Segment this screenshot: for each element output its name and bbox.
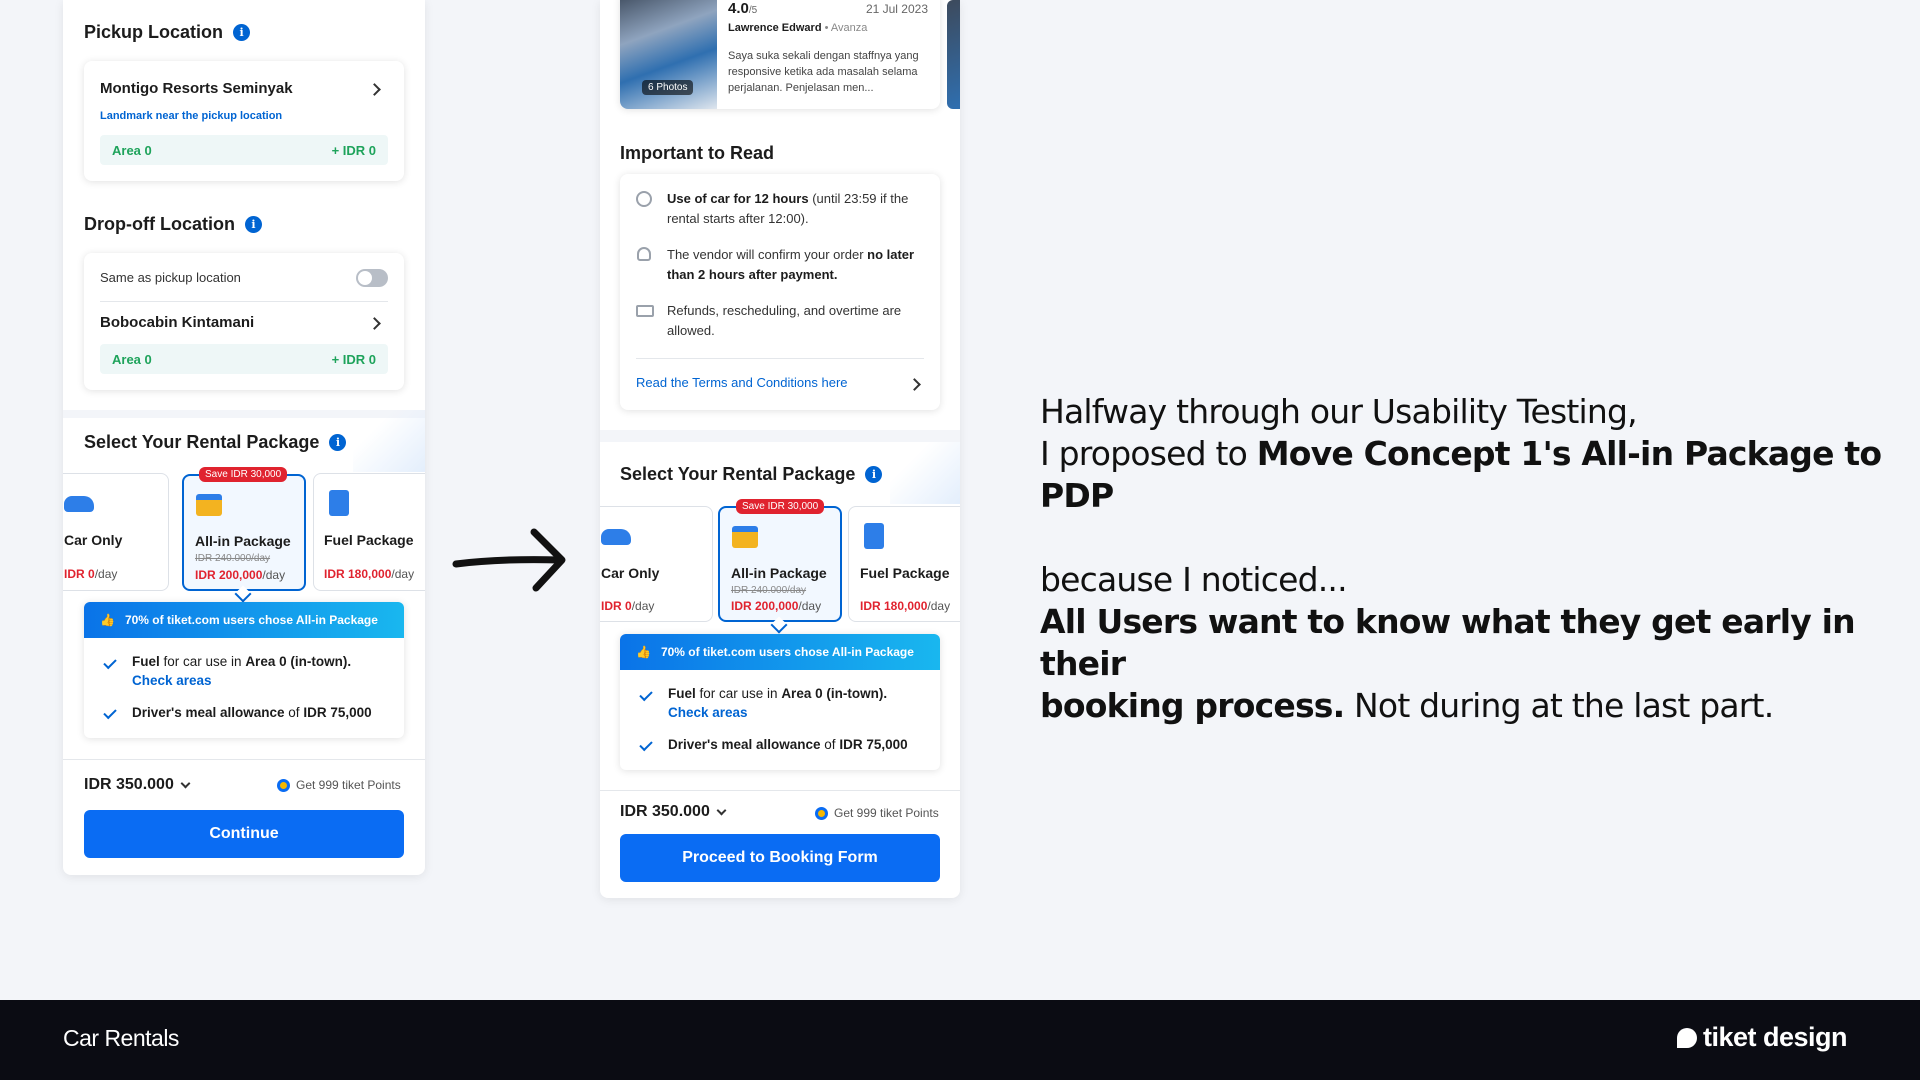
chevron-down-icon[interactable]	[716, 805, 727, 815]
promo-card: 👍 70% of tiket.com users chose All-in Pa…	[620, 634, 940, 770]
pickup-place[interactable]: Montigo Resorts Seminyak	[100, 80, 293, 97]
ticket-icon	[636, 305, 654, 317]
package-decor	[353, 410, 425, 472]
total-price[interactable]: IDR 350.000	[620, 803, 727, 821]
info-icon[interactable]: i	[865, 466, 883, 483]
gift-icon	[732, 526, 758, 548]
proceed-to-booking-button[interactable]: Proceed to Booking Form	[620, 834, 940, 882]
right-phone-panel: 6 Photos 4.0/5 21 Jul 2023 Lawrence Edwa…	[600, 0, 960, 898]
package-card-fuel[interactable]: Fuel Package IDR 180,000/day	[848, 506, 960, 622]
package-card-car-only[interactable]: Car Only IDR 0/day	[63, 473, 169, 591]
package-card-car-only[interactable]: Car Only IDR 0/day	[600, 506, 713, 622]
fuel-icon	[329, 490, 349, 516]
chevron-down-icon[interactable]	[180, 778, 191, 788]
check-areas-link[interactable]: Check areas	[668, 705, 748, 720]
review-date: 21 Jul 2023	[865, 2, 928, 16]
info-icon[interactable]: i	[244, 216, 262, 233]
info-icon[interactable]: i	[233, 24, 251, 41]
review-text: Saya suka sekali dengan staffnya yang re…	[728, 50, 919, 94]
same-as-pickup-toggle[interactable]	[356, 269, 388, 287]
package-title: Select Your Rental Package i	[620, 464, 883, 485]
feature-meal: Driver's meal allowance of IDR 75,000	[668, 737, 908, 752]
promo-header: 👍 70% of tiket.com users chose All-in Pa…	[620, 634, 940, 670]
chevron-right-icon[interactable]	[368, 317, 381, 330]
check-icon	[103, 655, 117, 670]
terms-link[interactable]: Read the Terms and Conditions here	[636, 375, 848, 390]
pickup-title: Pickup Location i	[84, 22, 251, 43]
gift-icon	[196, 494, 222, 516]
promo-card: 👍 70% of tiket.com users chose All-in Pa…	[84, 602, 404, 738]
check-icon	[639, 737, 653, 752]
important-item-confirm: The vendor will confirm your order no la…	[667, 247, 915, 282]
package-card-all-in[interactable]: All-in Package IDR 240.000/day IDR 200,0…	[718, 506, 842, 622]
chevron-right-icon[interactable]	[368, 83, 381, 96]
car-icon	[64, 496, 94, 512]
coin-icon	[815, 806, 828, 820]
important-item-refund: Refunds, rescheduling, and overtime are …	[667, 303, 902, 338]
info-icon[interactable]: i	[329, 434, 347, 451]
review-card: 6 Photos 4.0/5 21 Jul 2023 Lawrence Edwa…	[620, 0, 940, 109]
left-phone-panel: Pickup Location i Montigo Resorts Seminy…	[63, 0, 425, 875]
important-card: Use of car for 12 hours (until 23:59 if …	[620, 174, 940, 410]
feature-meal: Driver's meal allowance of IDR 75,000	[132, 705, 372, 720]
check-areas-link[interactable]: Check areas	[132, 673, 212, 688]
package-decor	[890, 442, 960, 504]
pickup-card: Montigo Resorts Seminyak Landmark near t…	[84, 61, 404, 181]
dropoff-place[interactable]: Bobocabin Kintamani	[100, 314, 254, 331]
coin-icon	[277, 778, 290, 792]
package-title: Select Your Rental Package i	[84, 432, 347, 453]
save-badge: Save IDR 30,000	[736, 499, 825, 514]
car-icon	[601, 529, 631, 545]
divider	[100, 301, 388, 302]
important-title: Important to Read	[620, 143, 775, 163]
same-as-pickup-label: Same as pickup location	[100, 270, 241, 285]
points-info: Get 999 tiket Points	[277, 778, 401, 792]
check-icon	[639, 687, 653, 702]
feature-fuel: Fuel for car use in Area 0 (in-town). Ch…	[132, 654, 352, 688]
fuel-icon	[864, 523, 884, 549]
review-author: Lawrence Edward • Avanza	[728, 22, 868, 34]
divider	[636, 358, 924, 359]
arrow-right-icon	[452, 528, 566, 592]
dropoff-title: Drop-off Location i	[84, 214, 262, 235]
review-photo[interactable]: 6 Photos	[620, 0, 717, 109]
check-icon	[103, 705, 117, 720]
pickup-area-row: Area 0 + IDR 0	[100, 135, 388, 165]
footer-section-label: Car Rentals	[63, 1025, 179, 1051]
continue-button[interactable]: Continue	[84, 810, 404, 858]
important-item-hours: Use of car for 12 hours (until 23:59 if …	[667, 191, 909, 226]
headline: Halfway through our Usability Testing, I…	[1040, 392, 1882, 725]
thumbs-up-icon: 👍	[100, 613, 115, 627]
person-icon	[637, 247, 651, 261]
chevron-right-icon[interactable]	[908, 378, 921, 391]
promo-header: 👍 70% of tiket.com users chose All-in Pa…	[84, 602, 404, 638]
clock-icon	[636, 191, 652, 207]
thumbs-up-icon: 👍	[636, 645, 651, 659]
dropoff-card: Same as pickup location Bobocabin Kintam…	[84, 253, 404, 390]
save-badge: Save IDR 30,000	[199, 467, 288, 482]
section-divider	[600, 430, 960, 442]
package-card-fuel[interactable]: Fuel Package IDR 180,000/day	[313, 473, 425, 591]
total-price[interactable]: IDR 350.000	[84, 776, 191, 794]
photo-count-badge: 6 Photos	[642, 80, 694, 95]
feature-fuel: Fuel for car use in Area 0 (in-town). Ch…	[668, 686, 888, 720]
tiket-logo-icon	[1676, 1027, 1697, 1048]
pickup-landmark-link[interactable]: Landmark near the pickup location	[100, 110, 282, 122]
brand-logo: tiket design	[1676, 1022, 1848, 1053]
footer-bar: Car Rentals tiket design	[0, 1000, 1920, 1080]
bottom-divider	[600, 790, 960, 791]
dropoff-area-row: Area 0 + IDR 0	[100, 344, 388, 374]
package-card-all-in[interactable]: All-in Package IDR 240.000/day IDR 200,0…	[182, 474, 306, 591]
points-info: Get 999 tiket Points	[815, 806, 939, 820]
next-photo	[947, 0, 960, 109]
bottom-divider	[63, 759, 425, 760]
review-rating: 4.0/5	[728, 0, 758, 17]
